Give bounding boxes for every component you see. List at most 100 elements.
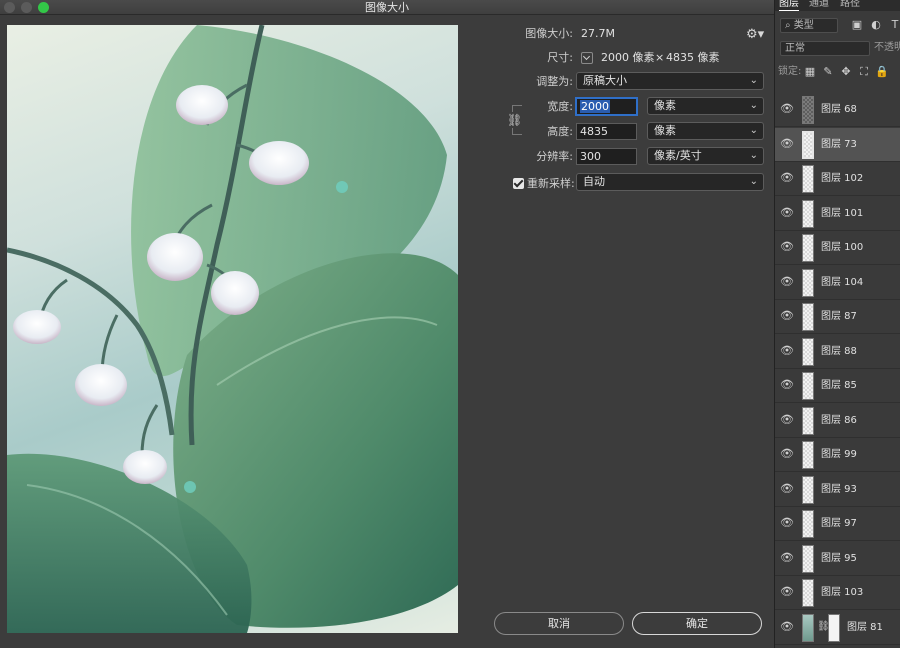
ok-button[interactable]: 确定 <box>632 612 762 635</box>
visibility-eye-icon[interactable]: 👁 <box>780 103 794 115</box>
tab-paths[interactable]: 路径 <box>840 0 860 10</box>
image-size-label: 图像大小: <box>525 27 573 40</box>
chevron-down-icon: ⌄ <box>749 125 758 136</box>
width-unit-value: 像素 <box>654 99 676 112</box>
filter-type-layer-icon[interactable]: T <box>888 18 900 32</box>
lock-transparent-pixels-icon[interactable]: ▦ <box>803 65 817 79</box>
layer-thumbnail[interactable] <box>802 96 814 124</box>
layer-row[interactable]: 👁 图层 97 <box>775 507 900 541</box>
layer-thumbnail[interactable] <box>802 234 814 262</box>
resolution-input-value: 300 <box>580 150 601 163</box>
dimensions-label: 尺寸: <box>547 51 573 64</box>
resample-method-select[interactable]: 自动 ⌄ <box>576 173 764 191</box>
layer-row[interactable]: 👁 图层 103 <box>775 576 900 610</box>
visibility-eye-icon[interactable]: 👁 <box>780 172 794 184</box>
lock-position-move-icon[interactable]: ✥ <box>839 65 853 79</box>
layer-row[interactable]: 👁 图层 73 <box>775 127 900 162</box>
layer-thumbnail[interactable] <box>802 303 814 331</box>
height-unit-select[interactable]: 像素 ⌄ <box>647 122 764 140</box>
layer-thumbnail[interactable] <box>802 441 814 469</box>
resolution-input[interactable]: 300 <box>576 148 637 165</box>
chevron-down-icon: ⌄ <box>749 75 758 86</box>
dimensions-units-chevron-icon[interactable] <box>581 52 593 64</box>
visibility-eye-icon[interactable]: 👁 <box>780 275 794 288</box>
image-preview[interactable] <box>7 25 458 633</box>
visibility-eye-icon[interactable]: 👁 <box>780 137 794 150</box>
layer-row[interactable]: 👁 图层 102 <box>775 162 900 196</box>
visibility-eye-icon[interactable]: 👁 <box>780 241 794 253</box>
layer-mask-thumbnail[interactable] <box>828 613 840 642</box>
image-size-dialog: 图像大小 ⚙▾ 图像大小: 27.7M 尺寸: 2000 像素 × 4835 像… <box>0 0 774 648</box>
visibility-eye-icon[interactable]: 👁 <box>780 379 794 391</box>
settings-gear-icon[interactable]: ⚙▾ <box>746 27 764 42</box>
layer-thumbnail[interactable] <box>802 337 814 366</box>
visibility-eye-icon[interactable]: 👁 <box>780 517 794 529</box>
layer-thumbnail[interactable] <box>802 199 814 228</box>
visibility-eye-icon[interactable]: 👁 <box>780 586 794 598</box>
visibility-eye-icon[interactable]: 👁 <box>780 310 794 322</box>
layer-row[interactable]: 👁 图层 95 <box>775 541 900 576</box>
height-unit-value: 像素 <box>654 124 676 137</box>
layer-row[interactable]: 👁 图层 93 <box>775 472 900 507</box>
visibility-eye-icon[interactable]: 👁 <box>780 413 794 426</box>
fit-to-select[interactable]: 原稿大小 ⌄ <box>576 72 764 90</box>
layer-thumbnail[interactable] <box>802 165 814 193</box>
visibility-eye-icon[interactable]: 👁 <box>780 551 794 564</box>
visibility-eye-icon[interactable]: 👁 <box>780 344 794 357</box>
lock-artboard-icon[interactable]: ⛶ <box>857 65 871 79</box>
width-input-value: 2000 <box>580 100 610 113</box>
layer-thumbnail[interactable] <box>802 406 814 435</box>
layer-row[interactable]: 👁 图层 100 <box>775 231 900 265</box>
lock-label: 锁定: <box>778 66 802 77</box>
layer-thumbnail[interactable] <box>802 372 814 400</box>
width-unit-select[interactable]: 像素 ⌄ <box>647 97 764 115</box>
visibility-eye-icon[interactable]: 👁 <box>780 482 794 495</box>
fit-to-label: 调整为: <box>536 75 573 88</box>
blend-mode-select[interactable]: 正常 <box>780 41 870 56</box>
layer-filter-select[interactable]: ⌕ 类型 <box>780 18 838 33</box>
image-size-value: 27.7M <box>581 27 615 40</box>
height-input[interactable]: 4835 <box>576 123 637 140</box>
width-input[interactable]: 2000 <box>576 98 637 115</box>
layer-thumbnail[interactable] <box>802 475 814 504</box>
layer-row[interactable]: 👁 图层 87 <box>775 300 900 334</box>
cancel-button[interactable]: 取消 <box>494 612 624 635</box>
height-label: 高度: <box>547 125 573 138</box>
resolution-unit-value: 像素/英寸 <box>654 149 702 162</box>
layer-row[interactable]: 👁 图层 86 <box>775 403 900 438</box>
layer-thumbnail[interactable] <box>802 579 814 607</box>
layer-thumbnail[interactable] <box>802 130 814 159</box>
layer-thumbnail[interactable] <box>802 510 814 538</box>
layer-name: 图层 68 <box>821 104 857 115</box>
layer-row[interactable]: 👁 图层 68 <box>775 93 900 127</box>
layer-row[interactable]: 👁 ⛓ 图层 81 <box>775 610 900 645</box>
layer-thumbnail[interactable] <box>802 613 814 642</box>
layer-row[interactable]: 👁 图层 88 <box>775 334 900 369</box>
tab-layers[interactable]: 图层 <box>779 0 799 11</box>
layer-thumbnail[interactable] <box>802 544 814 573</box>
layers-panel: 图层 通道 路径 ⌕ 类型 ▣ ◐ T 正常 不透明 锁定: ▦ ✎ ✥ ⛶ 🔒… <box>774 0 900 648</box>
lock-all-icon[interactable]: 🔒 <box>875 65 889 79</box>
layer-row[interactable]: 👁 图层 101 <box>775 196 900 231</box>
layer-name: 图层 86 <box>821 414 857 426</box>
fit-to-value: 原稿大小 <box>583 74 627 87</box>
layer-row[interactable]: 👁 图层 104 <box>775 265 900 300</box>
tab-channels[interactable]: 通道 <box>809 0 829 10</box>
filter-pixel-layer-icon[interactable]: ▣ <box>850 18 864 32</box>
resolution-unit-select[interactable]: 像素/英寸 ⌄ <box>647 147 764 165</box>
visibility-eye-icon[interactable]: 👁 <box>780 448 794 460</box>
visibility-eye-icon[interactable]: 👁 <box>780 206 794 219</box>
lock-image-pixels-brush-icon[interactable]: ✎ <box>821 65 835 79</box>
layer-name: 图层 101 <box>821 207 864 219</box>
layer-row[interactable]: 👁 图层 99 <box>775 438 900 472</box>
resample-method-value: 自动 <box>583 175 605 188</box>
visibility-eye-icon[interactable]: 👁 <box>780 620 794 633</box>
layer-name: 图层 73 <box>821 138 857 150</box>
layer-name: 图层 95 <box>821 552 857 564</box>
filter-adjustment-layer-icon[interactable]: ◐ <box>869 18 883 32</box>
height-input-value: 4835 <box>580 125 608 138</box>
layer-thumbnail[interactable] <box>802 268 814 297</box>
resample-checkbox[interactable] <box>513 178 524 189</box>
dimensions-times-sign: × <box>655 51 665 64</box>
layer-row[interactable]: 👁 图层 85 <box>775 369 900 403</box>
